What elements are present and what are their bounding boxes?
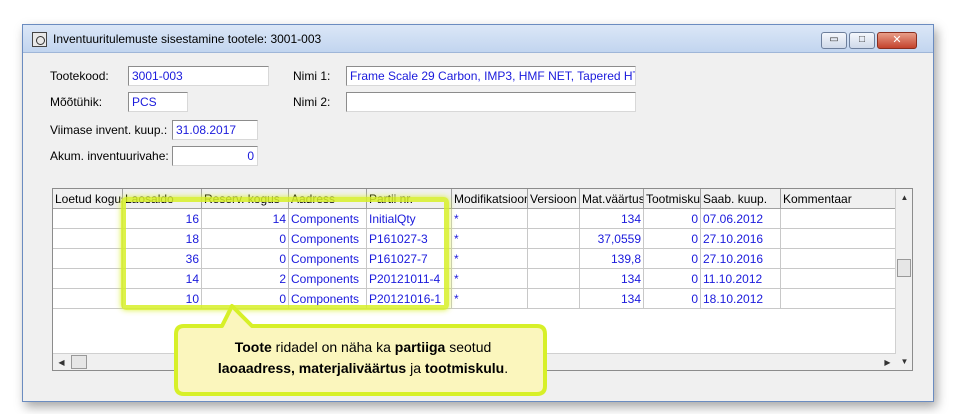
callout-bold-toote: Toote	[234, 339, 272, 355]
callout-bold-partiiga: partiiga	[394, 339, 446, 355]
callout-text: Toote ridadel on näha ka partiiga seotud…	[180, 337, 546, 379]
callout-bold-laoaadress: laoaadress, materjaliväärtus	[217, 360, 407, 376]
callout-text-1: ridadel on näha ka	[271, 339, 395, 355]
callout-bold-tootmiskulu: tootmiskulu	[424, 360, 505, 376]
callout-text-2: seotud	[445, 339, 492, 355]
callout-text-4: .	[504, 360, 509, 376]
callout-text-3: ja	[406, 360, 425, 376]
